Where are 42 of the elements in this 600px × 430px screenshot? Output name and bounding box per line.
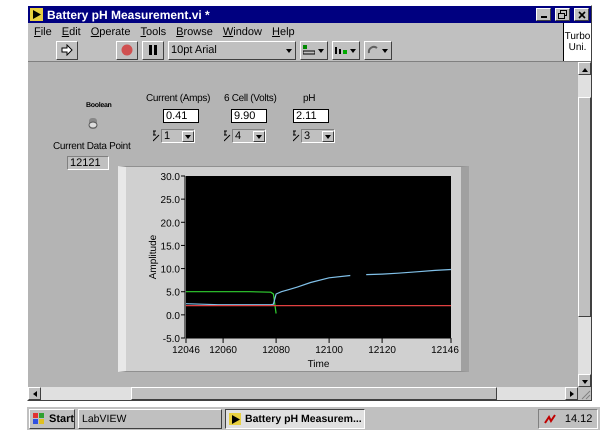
y-tick-label: 20.0 [160, 218, 180, 230]
x-tick-label: 12146 [431, 345, 459, 356]
start-button[interactable]: Start [29, 408, 75, 428]
menu-item[interactable]: File [34, 26, 52, 38]
menu-item[interactable]: Window [222, 26, 262, 38]
menu-item[interactable]: Browse [176, 26, 213, 38]
menu-item[interactable]: Edit [62, 26, 81, 38]
precision-dropdown[interactable]: 3 [301, 129, 335, 143]
precision-dropdown[interactable]: 4 [232, 129, 266, 143]
indicator-label: Current (Amps) [146, 93, 210, 104]
y-tick-label: 15.0 [160, 241, 180, 252]
x-axis-title: Time [308, 359, 330, 370]
indicator-label: pH [303, 93, 316, 104]
indicator-label: 6 Cell (Volts) [224, 93, 276, 104]
window-title: Battery pH Measurement.vi * [47, 8, 211, 22]
help-text: Uni. [568, 42, 586, 53]
y-tick-label: 0.0 [166, 310, 180, 322]
x-tick-label: 12100 [315, 345, 343, 356]
menu-item[interactable]: Help [272, 26, 295, 38]
numeric-indicator: 12121 [67, 156, 109, 170]
help-text: Turbo [564, 31, 590, 42]
y-tick-label: 25.0 [160, 195, 180, 206]
x-tick-label: 12120 [368, 345, 396, 356]
x-tick-label: 12060 [209, 345, 237, 356]
numeric-indicator: 9.90 [231, 109, 267, 123]
y-axis-title: Amplitude [148, 234, 159, 280]
taskbar-button[interactable]: Battery pH Measurem... [225, 408, 365, 428]
font-dropdown[interactable]: 10pt Arial [168, 40, 296, 60]
clock: 14.12 [564, 412, 592, 424]
y-tick-label: 5.0 [166, 288, 180, 299]
y-tick-label: 10.0 [160, 264, 180, 276]
menu-item[interactable]: Tools [140, 26, 166, 38]
indicator-label: Current Data Point [53, 141, 130, 152]
y-tick-label: 30.0 [160, 172, 180, 183]
numeric-indicator: 2.11 [293, 109, 329, 123]
y-tick-label: -5.0 [162, 334, 180, 345]
numeric-indicator: 0.41 [163, 109, 199, 123]
x-tick-label: 12046 [172, 345, 200, 356]
precision-dropdown[interactable]: 1 [161, 129, 195, 143]
x-tick-label: 12080 [262, 345, 290, 356]
menu-item[interactable]: Operate [90, 26, 130, 38]
taskbar-button[interactable]: LabVIEW [78, 408, 222, 428]
